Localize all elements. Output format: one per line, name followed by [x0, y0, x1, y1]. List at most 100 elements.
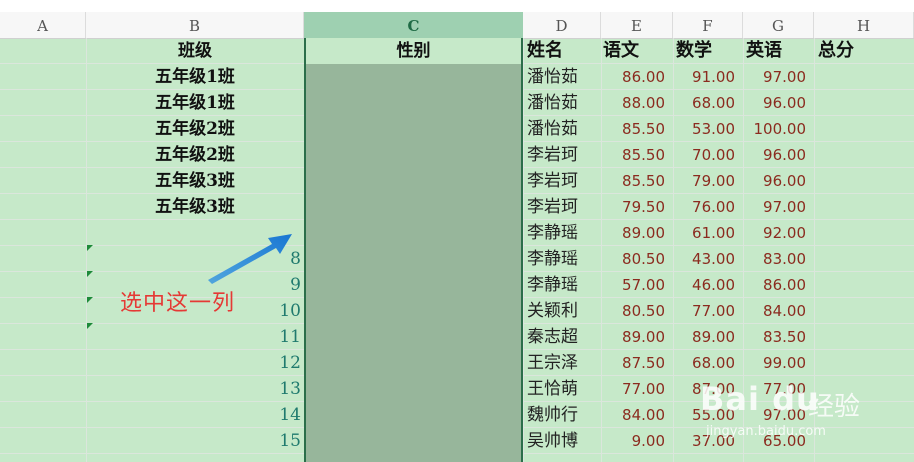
column-header-g[interactable]: G: [743, 12, 814, 38]
table-row: 五年级1班 潘怡茹 86.00 91.00 97.00: [0, 64, 914, 90]
cell-chinese-score[interactable]: 85.50: [601, 168, 673, 194]
watermark-url: jingyan.baidu.com: [706, 424, 826, 439]
column-header-a[interactable]: A: [0, 12, 86, 38]
cell-class[interactable]: 五年级1班: [86, 64, 304, 90]
column-header-c[interactable]: C: [304, 12, 523, 38]
cell-chinese-score[interactable]: 9.00: [601, 428, 673, 454]
table-row: 五年级2班 潘怡茹 85.50 53.00 100.00: [0, 116, 914, 142]
column-header-d[interactable]: D: [523, 12, 601, 38]
table-row: 李静瑶 89.00 61.00 92.00: [0, 220, 914, 246]
cell-name[interactable]: 潘怡茹: [523, 64, 601, 90]
toolbar-strip: [0, 0, 914, 12]
column-header-f[interactable]: F: [673, 12, 743, 38]
cell-c1[interactable]: 性别: [306, 38, 521, 64]
cell-class[interactable]: 五年级1班: [86, 90, 304, 116]
cell-h1[interactable]: 总分: [818, 38, 914, 64]
cell-chinese-score[interactable]: 85.50: [601, 142, 673, 168]
cell-class[interactable]: 五年级2班: [86, 116, 304, 142]
cell-name[interactable]: 潘怡茹: [523, 90, 601, 116]
cell-chinese-score[interactable]: 89.00: [601, 324, 673, 350]
cell-chinese-score[interactable]: 80.50: [601, 298, 673, 324]
cell-name[interactable]: 李岩珂: [523, 168, 601, 194]
cell-chinese-score[interactable]: 79.50: [601, 194, 673, 220]
cell-chinese-score[interactable]: 77.00: [601, 376, 673, 402]
table-header-row: 班级 性别 姓名 语文 数学 英语 总分: [0, 38, 914, 64]
cell-name[interactable]: 潘怡茹: [523, 116, 601, 142]
cell-chinese-score[interactable]: 85.50: [601, 116, 673, 142]
cell-math-score[interactable]: 68.00: [673, 350, 743, 376]
cell-class[interactable]: 11: [86, 324, 304, 350]
cell-class[interactable]: 12: [86, 350, 304, 376]
cell-math-score[interactable]: 68.00: [673, 90, 743, 116]
cell-english-score[interactable]: 99.00: [743, 350, 814, 376]
cell-math-score[interactable]: 53.00: [673, 116, 743, 142]
cell-math-score[interactable]: 91.00: [673, 64, 743, 90]
table-row: 12 王宗泽 87.50 68.00 99.00: [0, 350, 914, 376]
cell-name[interactable]: 吴帅博: [523, 428, 601, 454]
cell-math-score[interactable]: 79.00: [673, 168, 743, 194]
baidu-watermark: Bai du 经验 jingyan.baidu.com: [700, 380, 910, 450]
annotation-label: 选中这一列: [120, 291, 236, 316]
cell-class[interactable]: 五年级3班: [86, 168, 304, 194]
cell-math-score[interactable]: 61.00: [673, 220, 743, 246]
table-row: 五年级3班 李岩珂 85.50 79.00 96.00: [0, 168, 914, 194]
cell-english-score[interactable]: 96.00: [743, 168, 814, 194]
cell-name[interactable]: 王宗泽: [523, 350, 601, 376]
cell-english-score[interactable]: 86.00: [743, 272, 814, 298]
cell-name[interactable]: 秦志超: [523, 324, 601, 350]
cell-math-score[interactable]: 77.00: [673, 298, 743, 324]
cell-chinese-score[interactable]: 88.00: [601, 90, 673, 116]
watermark-brand: 经验: [808, 392, 861, 422]
cell-english-score[interactable]: 96.00: [743, 90, 814, 116]
cell-english-score[interactable]: 97.00: [743, 194, 814, 220]
cell-math-score[interactable]: 43.00: [673, 246, 743, 272]
cell-name[interactable]: 李岩珂: [523, 194, 601, 220]
table-row: 11 秦志超 89.00 89.00 83.50: [0, 324, 914, 350]
cell-class[interactable]: 15: [86, 428, 304, 454]
cell-b1[interactable]: 班级: [86, 38, 304, 64]
table-row: 8 李静瑶 80.50 43.00 83.00: [0, 246, 914, 272]
cell-english-score[interactable]: 84.00: [743, 298, 814, 324]
cell-f1[interactable]: 数学: [676, 38, 743, 64]
cell-name[interactable]: 王恰萌: [523, 376, 601, 402]
cell-english-score[interactable]: 92.00: [743, 220, 814, 246]
cell-chinese-score[interactable]: 87.50: [601, 350, 673, 376]
cell-chinese-score[interactable]: 57.00: [601, 272, 673, 298]
cell-class[interactable]: 14: [86, 402, 304, 428]
cell-class[interactable]: 五年级3班: [86, 194, 304, 220]
cell-name[interactable]: 关颖利: [523, 298, 601, 324]
cell-indicator-icon: [87, 271, 93, 277]
cell-indicator-icon: [87, 297, 93, 303]
column-header-b[interactable]: B: [86, 12, 304, 38]
cell-chinese-score[interactable]: 86.00: [601, 64, 673, 90]
cell-chinese-score[interactable]: 89.00: [601, 220, 673, 246]
cell-indicator-icon: [87, 323, 93, 329]
cell-math-score[interactable]: 46.00: [673, 272, 743, 298]
cell-class[interactable]: 13: [86, 376, 304, 402]
cell-d1[interactable]: 姓名: [527, 38, 601, 64]
cell-name[interactable]: 李岩珂: [523, 142, 601, 168]
column-header-h[interactable]: H: [814, 12, 914, 38]
cell-chinese-score[interactable]: 80.50: [601, 246, 673, 272]
column-header-e[interactable]: E: [601, 12, 673, 38]
cell-math-score[interactable]: 70.00: [673, 142, 743, 168]
table-row: 五年级3班 李岩珂 79.50 76.00 97.00: [0, 194, 914, 220]
cell-name[interactable]: 李静瑶: [523, 272, 601, 298]
cell-english-score[interactable]: 83.00: [743, 246, 814, 272]
cell-name[interactable]: 李静瑶: [523, 246, 601, 272]
cell-chinese-score[interactable]: 84.00: [601, 402, 673, 428]
baidu-logo-text: Bai du: [700, 380, 820, 418]
cell-g1[interactable]: 英语: [746, 38, 814, 64]
cell-english-score[interactable]: 96.00: [743, 142, 814, 168]
column-header-row: A B C D E F G H: [0, 12, 914, 39]
cell-name[interactable]: 李静瑶: [523, 220, 601, 246]
cell-class[interactable]: 五年级2班: [86, 142, 304, 168]
cell-english-score[interactable]: 100.00: [743, 116, 814, 142]
cell-math-score[interactable]: 76.00: [673, 194, 743, 220]
cell-english-score[interactable]: 83.50: [743, 324, 814, 350]
annotation-arrow-icon: [208, 234, 292, 284]
cell-name[interactable]: 魏帅行: [523, 402, 601, 428]
cell-e1[interactable]: 语文: [603, 38, 673, 64]
cell-math-score[interactable]: 89.00: [673, 324, 743, 350]
cell-english-score[interactable]: 97.00: [743, 64, 814, 90]
